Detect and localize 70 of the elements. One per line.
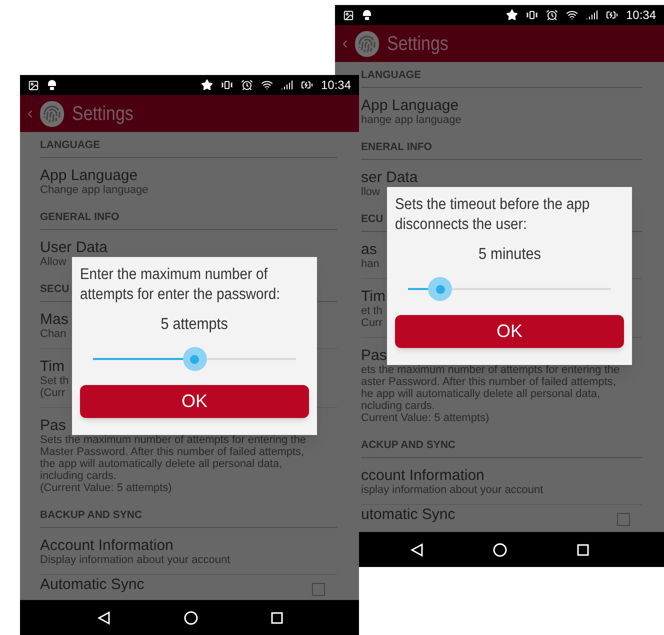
dialog-message: Sets the timeout before the app disconnects the user:	[395, 195, 591, 235]
battery-icon	[606, 9, 618, 21]
preference-summary: ets the maximum number of attempts for entering the aster Password. After this number of failed attempts, he app will automatically delete all personal data, ncluding cards. Current Value: 5 attempts)	[361, 364, 620, 424]
vibrate-icon	[526, 9, 538, 21]
section-header: BACKUP AND SYNC	[40, 509, 142, 522]
fingerprint-icon	[40, 100, 64, 126]
alarm-icon	[546, 9, 558, 21]
dialog-message: Enter the maximum number of attempts for enter the password:	[80, 265, 282, 305]
ok-button[interactable]: OK	[395, 315, 624, 348]
back-icon[interactable]	[96, 610, 110, 624]
vibrate-icon	[220, 79, 233, 91]
back-icon[interactable]	[410, 542, 424, 556]
battery-icon	[300, 79, 313, 91]
ok-button[interactable]: OK	[80, 385, 309, 418]
section-header: GENERAL INFO	[40, 211, 120, 224]
status-time: 10:34	[320, 77, 351, 94]
header-title: Settings	[72, 102, 134, 126]
status-time: 10:34	[626, 7, 656, 24]
recent-apps-icon[interactable]	[577, 544, 590, 556]
preference-title[interactable]: ser Data	[361, 169, 418, 186]
preference-title[interactable]: App Language	[40, 167, 138, 184]
section-header: LANGUAGE	[361, 69, 422, 82]
slider[interactable]	[408, 277, 611, 301]
alarm-icon	[240, 79, 253, 91]
preference-summary: Allow	[40, 256, 66, 268]
preference-summary: han	[361, 258, 380, 270]
preference-title[interactable]: Pas	[40, 417, 66, 434]
checkbox[interactable]	[312, 583, 325, 596]
header-title: Settings	[387, 32, 448, 56]
slider-thumb[interactable]	[182, 347, 206, 371]
preference-summary: Display information about your account	[40, 554, 230, 566]
slider-thumb[interactable]	[428, 277, 452, 301]
checkbox[interactable]	[617, 513, 630, 526]
preference-summary: Set th (Curr	[40, 375, 69, 399]
section-header: ENERAL INFO	[361, 141, 432, 154]
preference-title[interactable]: Mas	[40, 311, 68, 328]
section-header: ACKUP AND SYNC	[361, 439, 456, 452]
section-header: SECU	[40, 283, 70, 296]
dialog-value: 5 attempts	[160, 315, 228, 335]
preference-title[interactable]: Tim	[40, 358, 64, 375]
section-header: LANGUAGE	[40, 139, 100, 152]
preference-summary: isplay information about your account	[361, 484, 544, 496]
android-icon	[47, 79, 57, 91]
preference-title[interactable]: App Language	[361, 97, 459, 114]
preference-title[interactable]: ccount Information	[361, 467, 484, 484]
section-header: ECU	[361, 213, 384, 226]
star-icon	[200, 79, 213, 91]
preference-title[interactable]: Automatic Sync	[40, 576, 144, 593]
preference-title[interactable]: Account Information	[40, 537, 174, 554]
recent-apps-icon[interactable]	[270, 612, 282, 624]
preference-title[interactable]: User Data	[40, 239, 108, 256]
preference-title[interactable]: as	[361, 241, 377, 258]
preference-summary: llow	[361, 186, 380, 198]
preference-summary: hange app language	[361, 114, 462, 126]
preference-summary: Change app language	[40, 184, 148, 196]
android-icon	[362, 9, 372, 21]
fingerprint-icon	[355, 30, 379, 56]
preference-title[interactable]: utomatic Sync	[361, 506, 456, 523]
preference-summary: et th Curr	[361, 305, 382, 329]
home-icon[interactable]	[493, 542, 508, 556]
home-icon[interactable]	[184, 610, 198, 624]
slider[interactable]	[93, 347, 296, 371]
image-icon	[343, 10, 354, 20]
preference-summary: Sets the maximum number of attempts for entering the Master Password. After this number of failed attempts, the app will automatically delete all personal data, including cards. (Current Value: 5 attempts)	[40, 434, 306, 494]
dialog-value: 5 minutes	[478, 245, 541, 265]
star-icon	[506, 9, 518, 21]
preference-title[interactable]: Tim	[361, 288, 386, 305]
preference-title[interactable]: Pas	[361, 347, 387, 364]
preference-summary: Chan	[40, 328, 66, 340]
image-icon	[28, 80, 39, 90]
